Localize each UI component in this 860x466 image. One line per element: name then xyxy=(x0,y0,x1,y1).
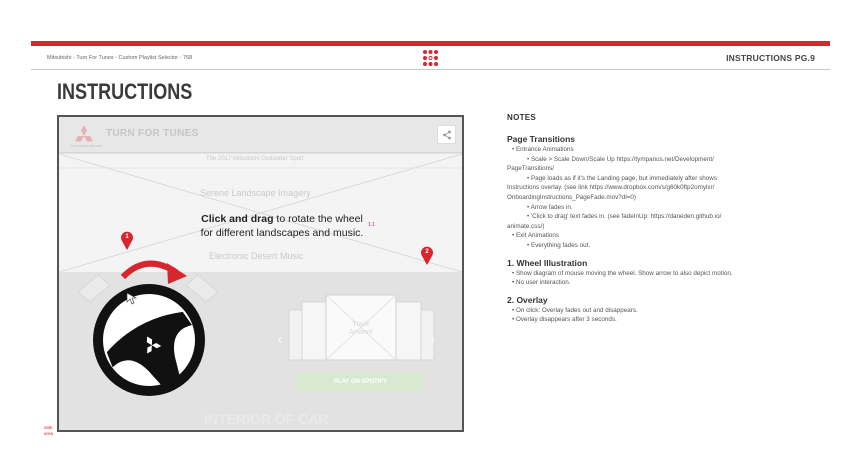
notes-line: • Scale > Scale Down/Scale Up https://ty… xyxy=(527,155,714,163)
app-title: TURN FOR TUNES xyxy=(106,128,199,139)
marker-1-label: 1 xyxy=(125,234,129,240)
notes-section-title: 2. Overlay xyxy=(507,294,548,305)
notes-section-title: Page Transitions xyxy=(507,134,576,144)
safe-area-line2: area xyxy=(44,431,54,436)
notes-section-title: 1. Wheel Illustration xyxy=(507,257,588,268)
page-label: INSTRUCTIONS PG.9 xyxy=(726,53,815,63)
document-label: Mitsubishi - Turn For Tunes - Custom Pla… xyxy=(47,55,193,61)
notes-line: animate.css/) xyxy=(507,222,545,230)
track-carousel[interactable]: Track Artwork xyxy=(288,292,435,364)
header-divider xyxy=(31,69,830,70)
notes-line: OnboardingInstructions_PageFade.mov?dl=0… xyxy=(507,193,636,201)
app-logo-caption: MITSUBISHI MOTORS xyxy=(71,144,103,148)
notes-line: • 'Click to drag' text fades in. (see fa… xyxy=(527,213,722,221)
carousel-prev-icon[interactable]: ‹ xyxy=(278,332,282,346)
mockup-subtitle: The 2017 Mitsubishi Outlander Sport xyxy=(206,156,304,162)
notes-line: Instructions overlay. (see link https://… xyxy=(507,184,715,192)
notes-line: • Entrance Animations xyxy=(512,146,574,153)
notes-line: • Arrow fades in. xyxy=(527,203,573,211)
notes-body: Page Transitions • Entrance Animations • S… xyxy=(507,134,807,325)
notes-heading: NOTES xyxy=(507,113,537,122)
note-ref-1-1: 1.1 xyxy=(368,222,375,228)
safe-area-label: safe area xyxy=(44,425,53,437)
mitsubishi-logo-icon xyxy=(75,125,93,142)
app-header: MITSUBISHI MOTORS TURN FOR TUNES xyxy=(59,117,462,153)
share-icon xyxy=(442,130,451,139)
track-card-text-2: Artwork xyxy=(349,329,373,336)
share-button[interactable] xyxy=(437,125,456,144)
header-red-bar xyxy=(31,41,830,46)
notes-line: • Exit Animations xyxy=(512,232,560,240)
overlay-instruction: Click and drag to rotate the wheel for d… xyxy=(185,212,379,240)
screen-mockup: MITSUBISHI MOTORS TURN FOR TUNES The 201… xyxy=(57,115,464,432)
car-interior-label: INTERIOR OF CAR xyxy=(204,411,329,427)
track-card-label: Track Artwork xyxy=(344,321,378,337)
notes-line: • On click: Overlay fades out and disapp… xyxy=(512,306,638,314)
page-title: INSTRUCTIONS xyxy=(57,79,193,104)
notes-line: PageTransitions/ xyxy=(507,165,555,173)
notes-line: • No user interaction. xyxy=(512,279,571,287)
notes-line: • Show diagram of mouse moving the wheel… xyxy=(512,269,733,277)
brand-logo-icon xyxy=(423,50,438,66)
notes-line: • Page loads as if it's the Landing page… xyxy=(527,174,717,182)
marker-2-label: 2 xyxy=(425,249,429,255)
overlay-text-line2: for different landscapes and music. xyxy=(200,227,364,239)
play-on-spotify-button[interactable]: PLAY ON SPOTIFY xyxy=(296,372,425,392)
notes-line: • Overlay disappears after 3 seconds. xyxy=(512,316,617,324)
landscape-label: Serene Landscape Imagery xyxy=(200,188,311,198)
track-card-text-1: Track xyxy=(352,321,370,328)
page: Mitsubishi - Turn For Tunes - Custom Pla… xyxy=(0,0,860,466)
notes-line: • Everything fades out. xyxy=(527,241,591,249)
overlay-text-line1: to rotate the wheel xyxy=(273,213,363,225)
steering-wheel-illustration xyxy=(77,260,219,396)
carousel-next-icon[interactable]: › xyxy=(431,332,435,346)
notes-panel: NOTES Page Transitions • Entrance Animati… xyxy=(507,113,807,325)
overlay-bold-text: Click and drag xyxy=(201,213,274,225)
